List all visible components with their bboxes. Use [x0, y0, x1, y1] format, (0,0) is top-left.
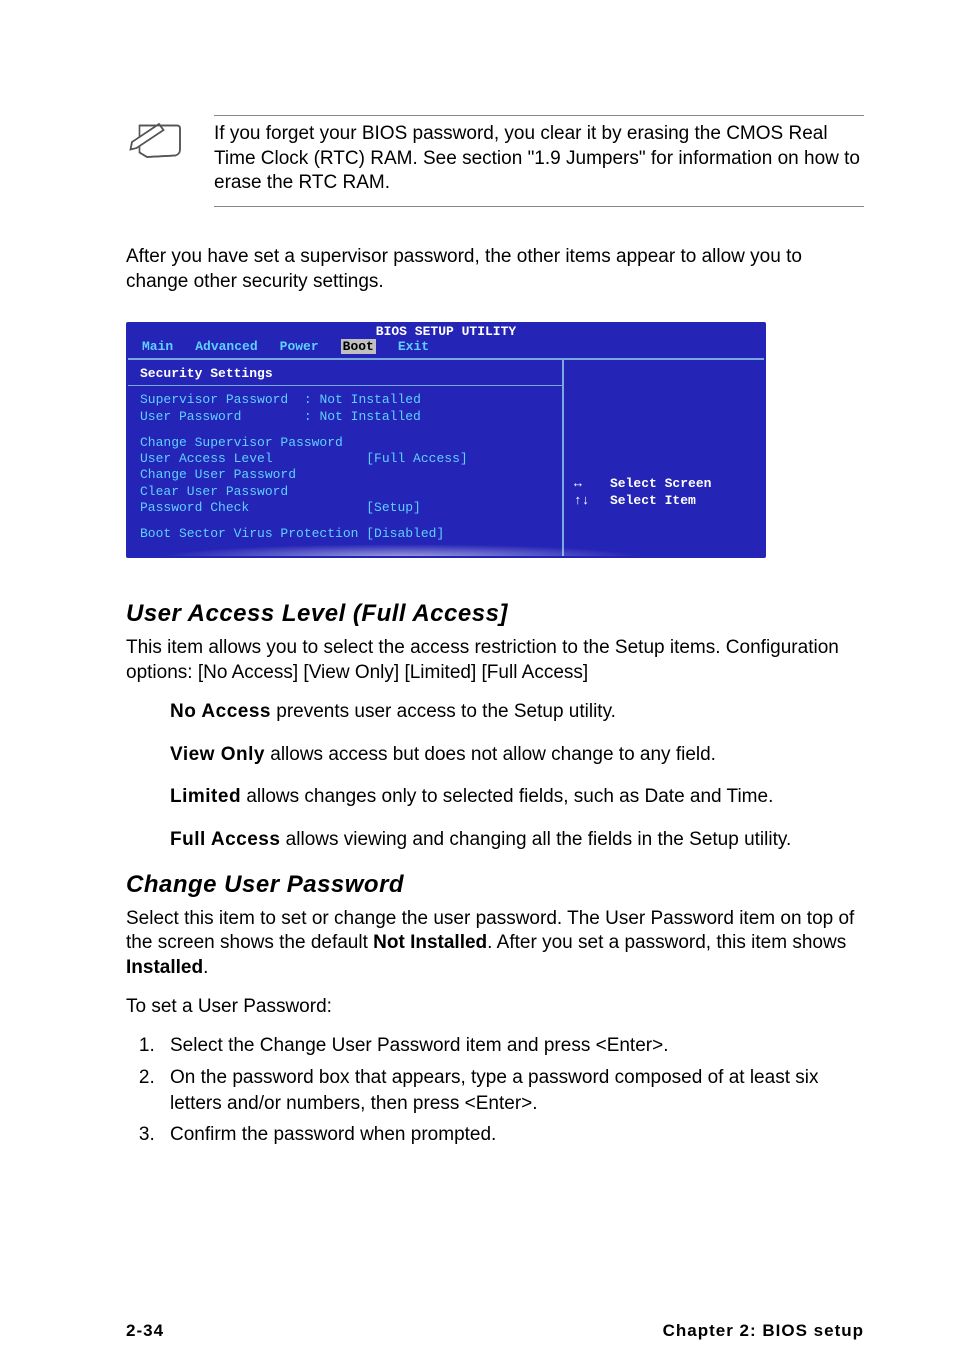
steps-list: Select the Change User Password item and…	[160, 1033, 864, 1148]
note-box: If you forget your BIOS password, you cl…	[126, 115, 864, 207]
bios-screenshot: BIOS SETUP UTILITY Main Advanced Power B…	[126, 322, 766, 558]
row-change-supervisor[interactable]: Change Supervisor Password	[140, 435, 550, 451]
opt-view-only: View Only allows access but does not all…	[170, 743, 864, 768]
heading-change-user-password: Change User Password	[126, 871, 864, 899]
row-password-check[interactable]: Password Check [Setup]	[140, 500, 550, 516]
tab-main[interactable]: Main	[142, 339, 173, 354]
opt-no-access: No Access prevents user access to the Se…	[170, 700, 864, 725]
bios-section-title: Security Settings	[140, 366, 550, 381]
row-user-access[interactable]: User Access Level [Full Access]	[140, 451, 550, 467]
opt-full-access: Full Access allows viewing and changing …	[170, 828, 864, 853]
row-supervisor-password: Supervisor Password : Not Installed	[140, 392, 550, 408]
bios-tabs: Main Advanced Power Boot Exit	[128, 339, 764, 358]
cup-paragraph-2: To set a User Password:	[126, 995, 864, 1020]
chapter-label: Chapter 2: BIOS setup	[663, 1321, 864, 1341]
row-boot-virus[interactable]: Boot Sector Virus Protection [Disabled]	[140, 526, 550, 542]
help-select-item: ↑↓ Select Item	[574, 493, 754, 509]
ual-intro: This item allows you to select the acces…	[126, 636, 864, 685]
arrows-ud-icon: ↑↓	[574, 493, 592, 509]
arrows-lr-icon: ↔	[574, 476, 592, 492]
opt-limited: Limited allows changes only to selected …	[170, 785, 864, 810]
step-1: Select the Change User Password item and…	[160, 1033, 864, 1059]
tab-exit[interactable]: Exit	[398, 339, 429, 354]
tab-boot[interactable]: Boot	[341, 339, 376, 354]
heading-user-access-level: User Access Level (Full Access]	[126, 600, 864, 628]
intro-paragraph: After you have set a supervisor password…	[126, 245, 864, 294]
step-2: On the password box that appears, type a…	[160, 1065, 864, 1116]
note-text: If you forget your BIOS password, you cl…	[214, 115, 864, 207]
step-3: Confirm the password when prompted.	[160, 1122, 864, 1148]
row-change-user[interactable]: Change User Password	[140, 467, 550, 483]
tab-power[interactable]: Power	[280, 339, 319, 354]
cup-paragraph-1: Select this item to set or change the us…	[126, 907, 864, 981]
pencil-note-icon	[126, 115, 186, 207]
page-footer: 2-34 Chapter 2: BIOS setup	[90, 1311, 864, 1351]
tab-advanced[interactable]: Advanced	[195, 339, 257, 354]
bios-title: BIOS SETUP UTILITY	[128, 324, 764, 339]
help-select-screen: ↔ Select Screen	[574, 476, 754, 492]
page-number: 2-34	[126, 1321, 164, 1341]
row-user-password: User Password : Not Installed	[140, 409, 550, 425]
row-clear-user[interactable]: Clear User Password	[140, 484, 550, 500]
